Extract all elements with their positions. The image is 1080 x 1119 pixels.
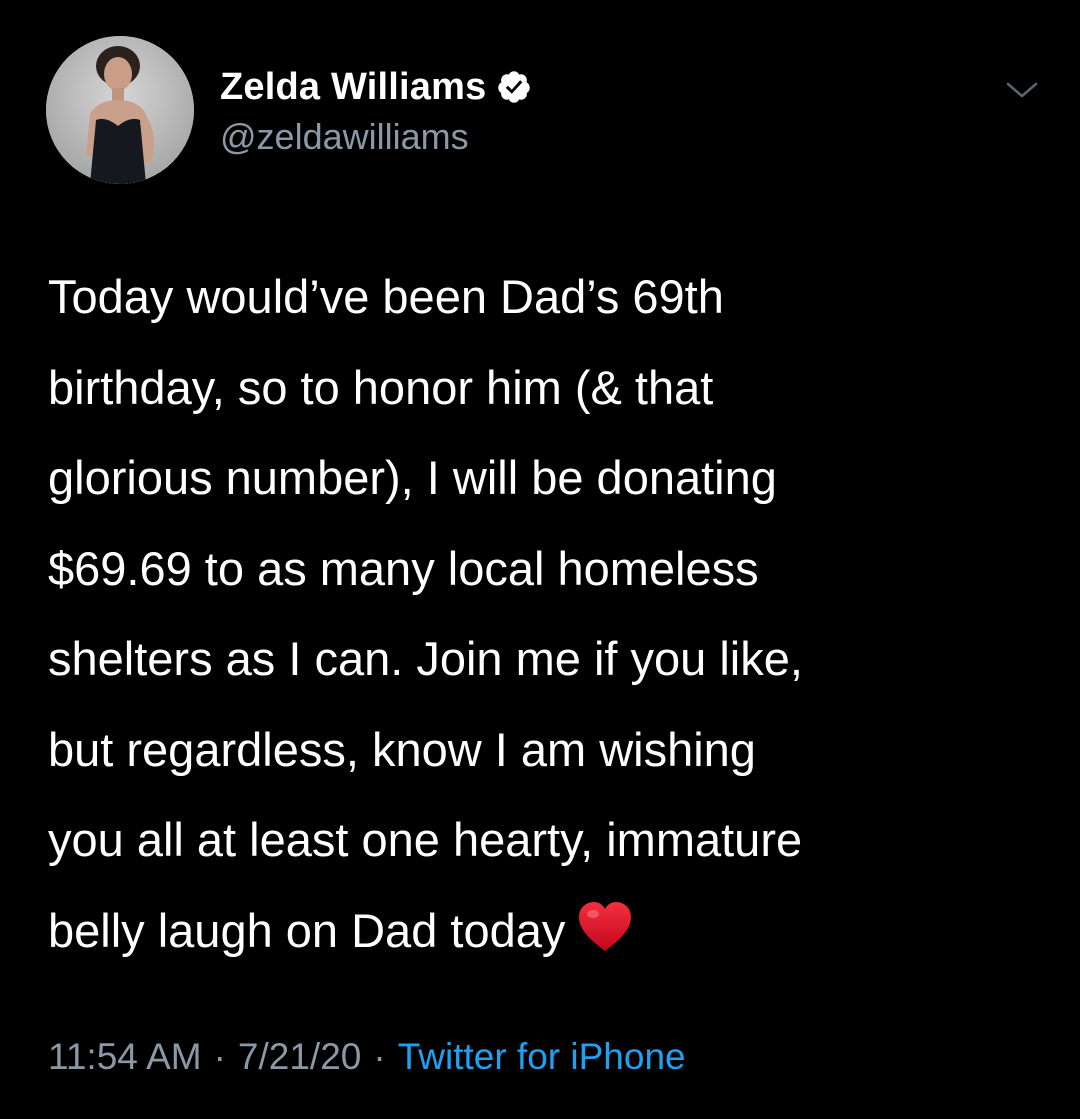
tweet-text-last-line: belly laugh on Dad today bbox=[48, 886, 1058, 977]
tweet-text-line: belly laugh on Dad today bbox=[48, 903, 566, 957]
handle[interactable]: @zeldawilliams bbox=[220, 116, 532, 158]
chevron-down-icon[interactable] bbox=[1002, 76, 1042, 104]
avatar[interactable] bbox=[46, 36, 194, 184]
tweet-text-line: Today would’ve been Dad’s 69th bbox=[48, 270, 724, 323]
tweet-text-line: shelters as I can. Join me if you like, bbox=[48, 632, 803, 685]
meta-separator: · bbox=[213, 1036, 226, 1077]
tweet-text-line: but regardless, know I am wishing bbox=[48, 722, 756, 776]
tweet-source-link[interactable]: Twitter for iPhone bbox=[398, 1036, 686, 1077]
tweet-text: Today would’ve been Dad’s 69th birthday,… bbox=[48, 252, 1058, 976]
display-name[interactable]: Zelda Williams bbox=[220, 66, 486, 109]
red-heart-icon bbox=[577, 892, 633, 951]
avatar-photo-icon bbox=[46, 36, 194, 184]
tweet-text-line: $69.69 to as many local homeless bbox=[48, 541, 759, 595]
tweet-text-line: glorious number), I will be donating bbox=[48, 451, 777, 504]
meta-separator: · bbox=[373, 1036, 386, 1077]
name-row: Zelda Williams bbox=[220, 62, 532, 112]
tweet-meta: 11:54 AM · 7/21/20 · Twitter for iPhone bbox=[48, 1036, 686, 1078]
author-block: Zelda Williams @zeldawilliams bbox=[220, 62, 532, 158]
verified-badge-icon bbox=[496, 69, 532, 105]
tweet-time[interactable]: 11:54 AM bbox=[48, 1036, 202, 1077]
tweet-text-line: birthday, so to honor him (& that bbox=[48, 360, 714, 414]
tweet-date[interactable]: 7/21/20 bbox=[238, 1036, 361, 1077]
tweet-card: Zelda Williams @zeldawilliams Today woul… bbox=[0, 0, 1080, 1119]
tweet-text-line: you all at least one hearty, immature bbox=[48, 813, 803, 866]
